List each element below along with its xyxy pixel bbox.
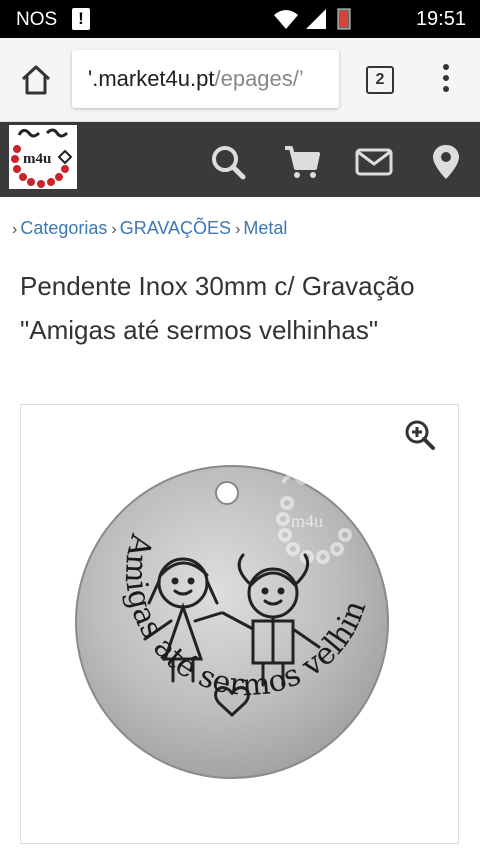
tabs-icon[interactable]: 2 [366, 66, 394, 94]
site-header: m4u [0, 122, 480, 197]
browser-toolbar: '.market4u.pt/epages/’ 2 [0, 38, 480, 122]
product-image-frame[interactable]: m4u Amigas até sermos velhinhas [20, 404, 459, 844]
url-text: '.market4u.pt/epages/’ [88, 66, 304, 92]
carrier-label: NOS [16, 9, 58, 30]
home-icon[interactable] [18, 62, 54, 98]
status-bar: NOS ! 19:51 [0, 0, 480, 38]
cart-icon[interactable] [282, 142, 322, 182]
location-pin-icon[interactable] [428, 142, 468, 182]
watermark-text: m4u [291, 511, 323, 531]
search-icon[interactable] [208, 142, 248, 182]
url-host: '.market4u.pt [88, 66, 215, 91]
product-title: Pendente Inox 30mm c/ Gravação "Amigas a… [20, 271, 415, 345]
breadcrumb-link-metal[interactable]: Metal [243, 218, 287, 238]
mail-icon[interactable] [354, 142, 394, 182]
clock: 19:51 [415, 8, 466, 30]
status-icons [274, 8, 351, 30]
overflow-menu-icon[interactable] [436, 64, 456, 96]
breadcrumb-link-categorias[interactable]: Categorias [20, 218, 107, 238]
signal-icon [306, 9, 326, 29]
chevron-right-icon: › [111, 221, 117, 238]
chevron-right-icon: › [12, 221, 18, 238]
address-bar[interactable]: '.market4u.pt/epages/’ [72, 50, 339, 108]
site-logo[interactable]: m4u [9, 125, 77, 189]
pendant-image: m4u Amigas até sermos velhinhas [73, 463, 389, 779]
breadcrumb: › Categorias › GRAVAÇÕES › Metal [12, 218, 291, 239]
zoom-in-icon[interactable] [404, 419, 436, 451]
wifi-icon [274, 10, 298, 29]
chevron-right-icon: › [235, 221, 241, 238]
breadcrumb-link-gravacoes[interactable]: GRAVAÇÕES [120, 218, 231, 238]
logo-text: m4u [23, 151, 51, 167]
alert-icon: ! [72, 8, 90, 30]
url-path: /epages/’ [214, 66, 304, 91]
